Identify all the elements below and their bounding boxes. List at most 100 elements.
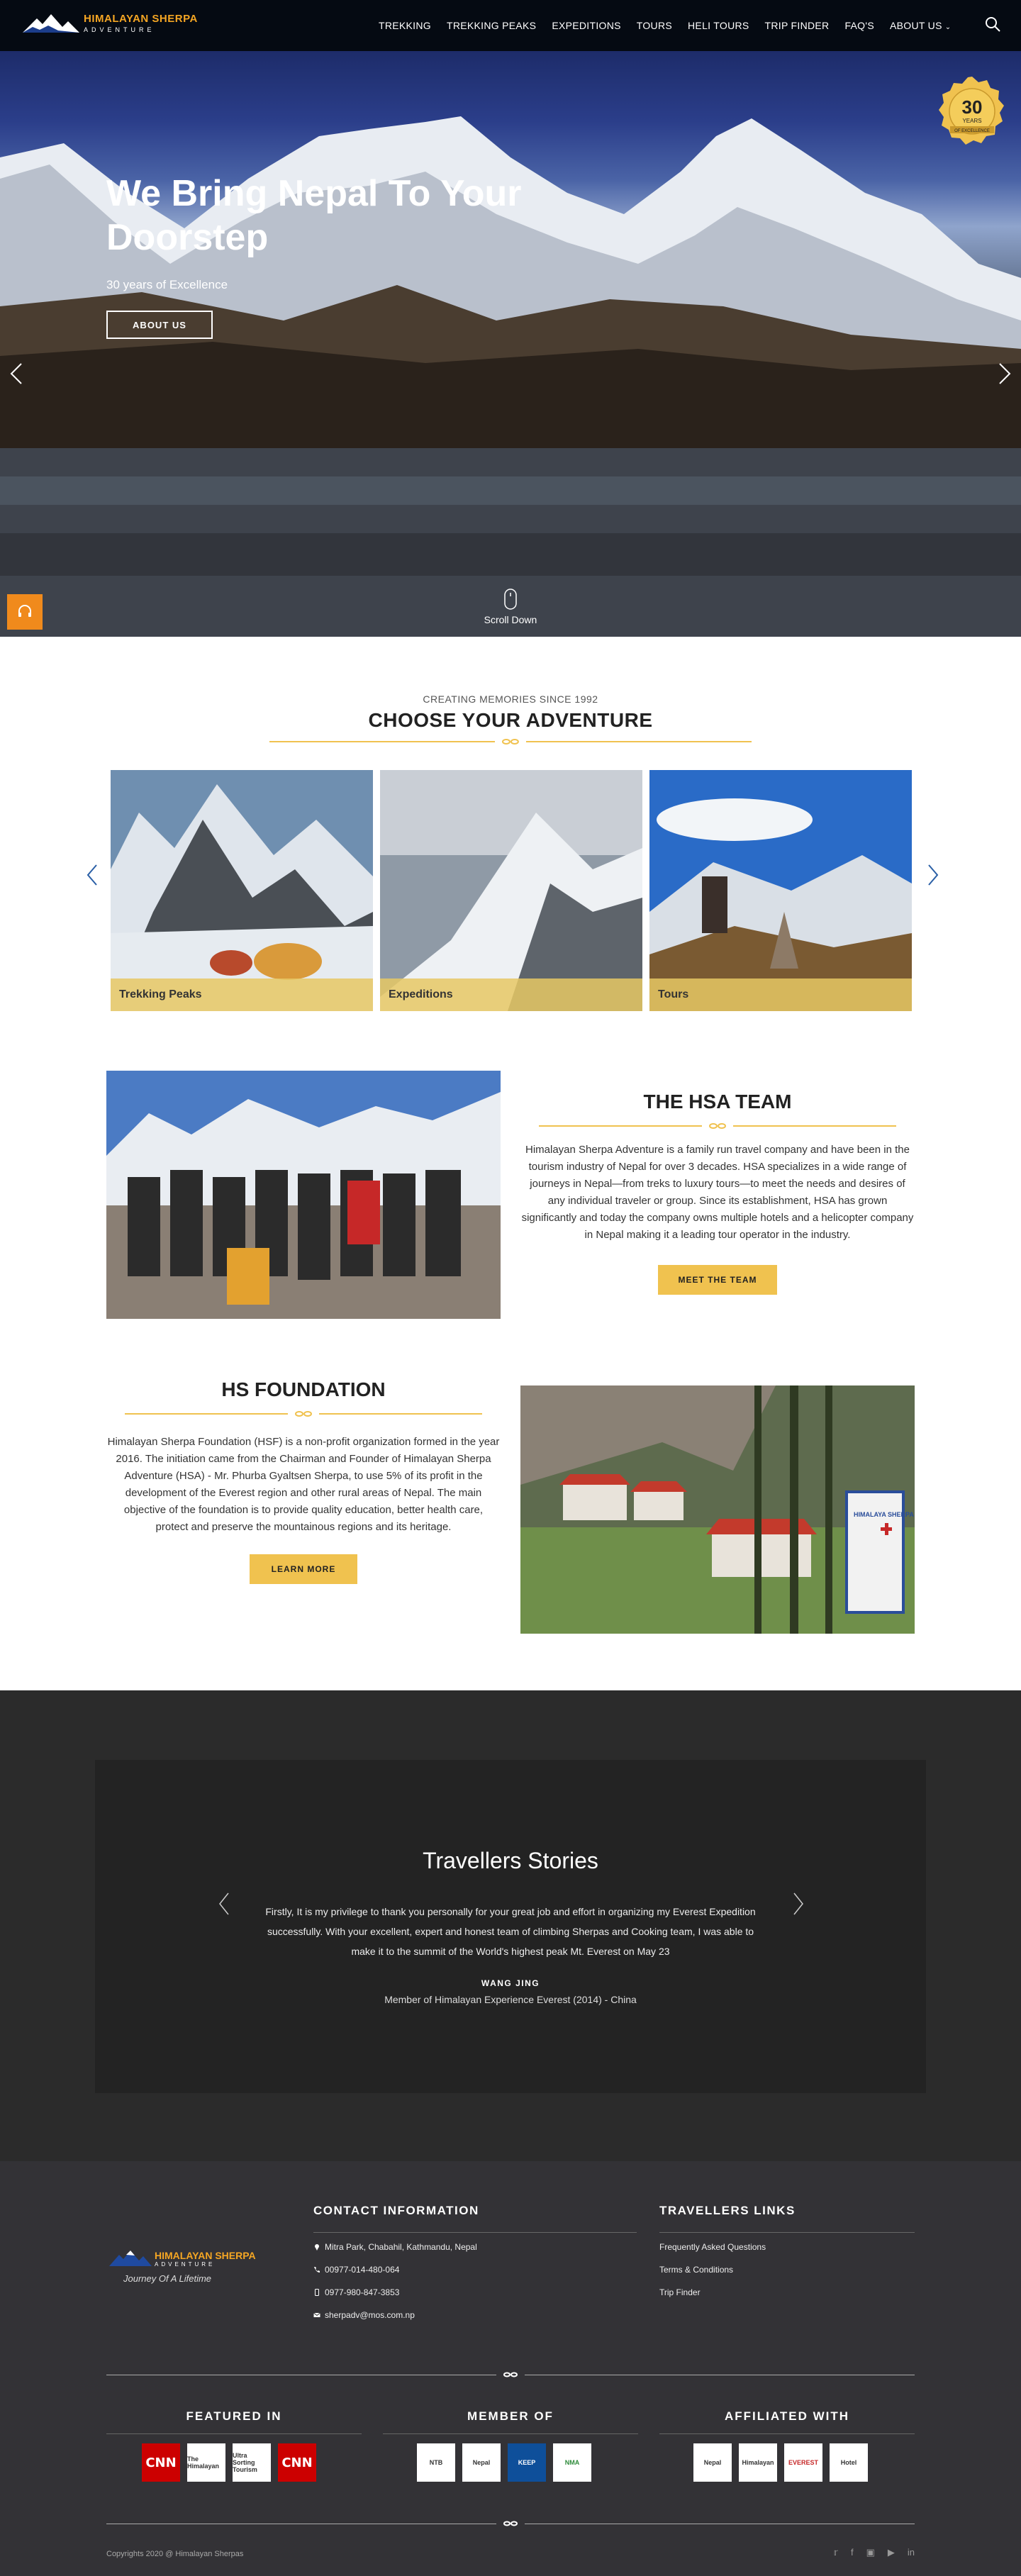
card-label: Trekking Peaks — [119, 988, 202, 1000]
featured-logo[interactable]: CNN — [278, 2443, 316, 2482]
hero-banner: We Bring Nepal To Your Doorstep 30 years… — [0, 51, 1021, 637]
testimonials-section: Travellers Stories Firstly, It is my pri… — [0, 1690, 1021, 2161]
trip-finder-link[interactable]: Trip Finder — [659, 2287, 701, 2297]
nav-heli-tours[interactable]: HELI TOURS — [688, 20, 749, 31]
contact-phone[interactable]: 00977-014-480-064 — [313, 2265, 399, 2275]
card-label: Expeditions — [389, 988, 453, 1000]
testimonial-role: Member of Himalayan Experience Everest (… — [384, 1994, 637, 2005]
adventure-card-trekking-peaks[interactable]: Trekking Peaks — [111, 770, 373, 1011]
scroll-down-label: Scroll Down — [484, 614, 537, 625]
team-section: THE HSA TEAM Himalayan Sherpa Adventure … — [0, 1034, 1021, 1339]
team-photo — [106, 1071, 501, 1319]
ornament-icon — [503, 2521, 518, 2526]
terms-link[interactable]: Terms & Conditions — [659, 2265, 733, 2275]
search-icon[interactable] — [984, 16, 1001, 33]
logo-subtitle: ADVENTURE — [84, 26, 155, 33]
affiliated-logo[interactable]: Nepal — [693, 2443, 732, 2482]
site-logo[interactable]: HIMALAYAN SHERPA ADVENTURE — [23, 11, 198, 35]
nav-faqs[interactable]: FAQ'S — [844, 20, 874, 31]
hero-mountain-image — [0, 116, 1021, 637]
adventure-pretitle: CREATING MEMORIES SINCE 1992 — [423, 693, 598, 705]
footer-logo-title: HIMALAYAN SHERPA — [155, 2249, 256, 2261]
chevron-left-icon[interactable] — [6, 359, 27, 388]
hospital-photo: HIMALAYA SHERPA HOSPITAL — [520, 1385, 915, 1634]
ornament-icon — [709, 1123, 726, 1129]
footer-tagline: Journey Of A Lifetime — [123, 2273, 212, 2284]
envelope-icon — [313, 2312, 320, 2317]
nav-trekking-peaks[interactable]: TREKKING PEAKS — [447, 20, 536, 31]
youtube-icon[interactable]: ▶ — [888, 2547, 895, 2558]
badge-years: YEARS — [962, 118, 981, 124]
twitter-icon[interactable]: 𝕣 — [834, 2547, 838, 2558]
contact-phone-text: 00977-014-480-064 — [325, 2265, 400, 2275]
nav-trip-finder[interactable]: TRIP FINDER — [765, 20, 830, 31]
facebook-icon[interactable]: f — [851, 2547, 854, 2558]
member-logo[interactable]: Nepal — [462, 2443, 501, 2482]
affiliated-logo[interactable]: EVEREST — [784, 2443, 822, 2482]
linkedin-icon[interactable]: in — [908, 2547, 915, 2558]
adventure-section: CREATING MEMORIES SINCE 1992 CHOOSE YOUR… — [0, 637, 1021, 1034]
mobile-icon — [315, 2289, 319, 2296]
copyright-text: Copyrights 2020 @ Himalayan Sherpas — [106, 2550, 244, 2558]
adventure-card-expeditions[interactable]: Expeditions — [380, 770, 642, 1011]
contact-address-text: Mitra Park, Chabahil, Kathmandu, Nepal — [325, 2242, 477, 2252]
chevron-left-icon[interactable] — [217, 1892, 231, 1916]
site-footer: HIMALAYAN SHERPA ADVENTURE Journey Of A … — [0, 2161, 1021, 2576]
hero-subtitle: 30 years of Excellence — [106, 278, 228, 291]
anniversary-badge: 30 YEARS OF EXCELLENCE — [939, 77, 1004, 145]
adventure-card-tours[interactable]: Tours — [649, 770, 912, 1011]
nav-expeditions[interactable]: EXPEDITIONS — [552, 20, 620, 31]
scroll-down[interactable]: Scroll Down — [468, 589, 553, 625]
featured-logo[interactable]: The Himalayan — [187, 2443, 225, 2482]
contact-email-text: sherpadv@mos.com.np — [325, 2310, 415, 2320]
affiliated-with-heading: AFFILIATED WITH — [724, 2409, 850, 2423]
hero-title: We Bring Nepal To Your Doorstep — [106, 173, 522, 258]
mouse-icon — [504, 589, 517, 610]
featured-in-heading: FEATURED IN — [186, 2409, 282, 2423]
adventure-title: CHOOSE YOUR ADVENTURE — [368, 709, 653, 731]
logo-title: HIMALAYAN SHERPA — [84, 13, 198, 25]
testimonials-title: Travellers Stories — [423, 1848, 598, 1873]
learn-more-button[interactable]: LEARN MORE — [250, 1554, 357, 1584]
chevron-right-icon[interactable] — [791, 1892, 805, 1916]
chevron-left-icon[interactable] — [84, 862, 101, 888]
nav-about-us[interactable]: ABOUT US ⌄ — [890, 20, 951, 31]
nav-tours[interactable]: TOURS — [637, 20, 672, 31]
chevron-right-icon[interactable] — [994, 359, 1015, 388]
headset-icon — [18, 605, 31, 617]
ornament-icon — [295, 1411, 312, 1417]
footer-logo[interactable]: HIMALAYAN SHERPA ADVENTURE Journey Of A … — [109, 2249, 258, 2284]
contact-mobile[interactable]: 0977-980-847-3853 — [313, 2287, 399, 2297]
member-logo[interactable]: NTB — [417, 2443, 455, 2482]
affiliated-logo[interactable]: Himalayan — [739, 2443, 777, 2482]
contact-email[interactable]: sherpadv@mos.com.np — [313, 2310, 415, 2320]
footer-divider — [106, 2371, 915, 2378]
team-title: THE HSA TEAM — [643, 1091, 792, 1113]
featured-logo[interactable]: Ultra Sorting Tourism — [233, 2443, 271, 2482]
member-logo[interactable]: NMA — [553, 2443, 591, 2482]
site-header: HIMALAYAN SHERPA ADVENTURE TREKKING TREK… — [0, 0, 1021, 51]
about-us-button[interactable]: ABOUT US — [106, 311, 213, 339]
contact-address: Mitra Park, Chabahil, Kathmandu, Nepal — [313, 2242, 477, 2252]
featured-logo[interactable]: CNN — [142, 2443, 180, 2482]
nav-trekking[interactable]: TREKKING — [379, 20, 431, 31]
meet-the-team-button[interactable]: MEET THE TEAM — [658, 1265, 777, 1295]
section-divider — [125, 1410, 482, 1418]
nav-about-us-label: ABOUT US — [890, 20, 942, 31]
support-button[interactable] — [7, 594, 43, 630]
map-pin-icon — [315, 2244, 319, 2251]
mountain-logo-icon — [23, 14, 79, 33]
member-logo[interactable]: KEEP — [508, 2443, 546, 2482]
foundation-description: Himalayan Sherpa Foundation (HSF) is a n… — [107, 1436, 500, 1533]
badge-text: OF EXCELLENCE — [954, 129, 990, 133]
member-of-heading: MEMBER OF — [467, 2409, 554, 2423]
team-description: Himalayan Sherpa Adventure is a family r… — [521, 1144, 914, 1241]
faq-link[interactable]: Frequently Asked Questions — [659, 2242, 766, 2252]
ornament-icon — [503, 2372, 518, 2377]
chevron-right-icon[interactable] — [925, 862, 942, 888]
instagram-icon[interactable]: ▣ — [866, 2547, 875, 2558]
foundation-section: HS FOUNDATION Himalayan Sherpa Foundatio… — [0, 1339, 1021, 1690]
affiliated-logo[interactable]: Hotel — [830, 2443, 868, 2482]
footer-divider — [106, 2520, 915, 2527]
testimonial-quote: Firstly, It is my privilege to thank you… — [265, 1906, 756, 1957]
